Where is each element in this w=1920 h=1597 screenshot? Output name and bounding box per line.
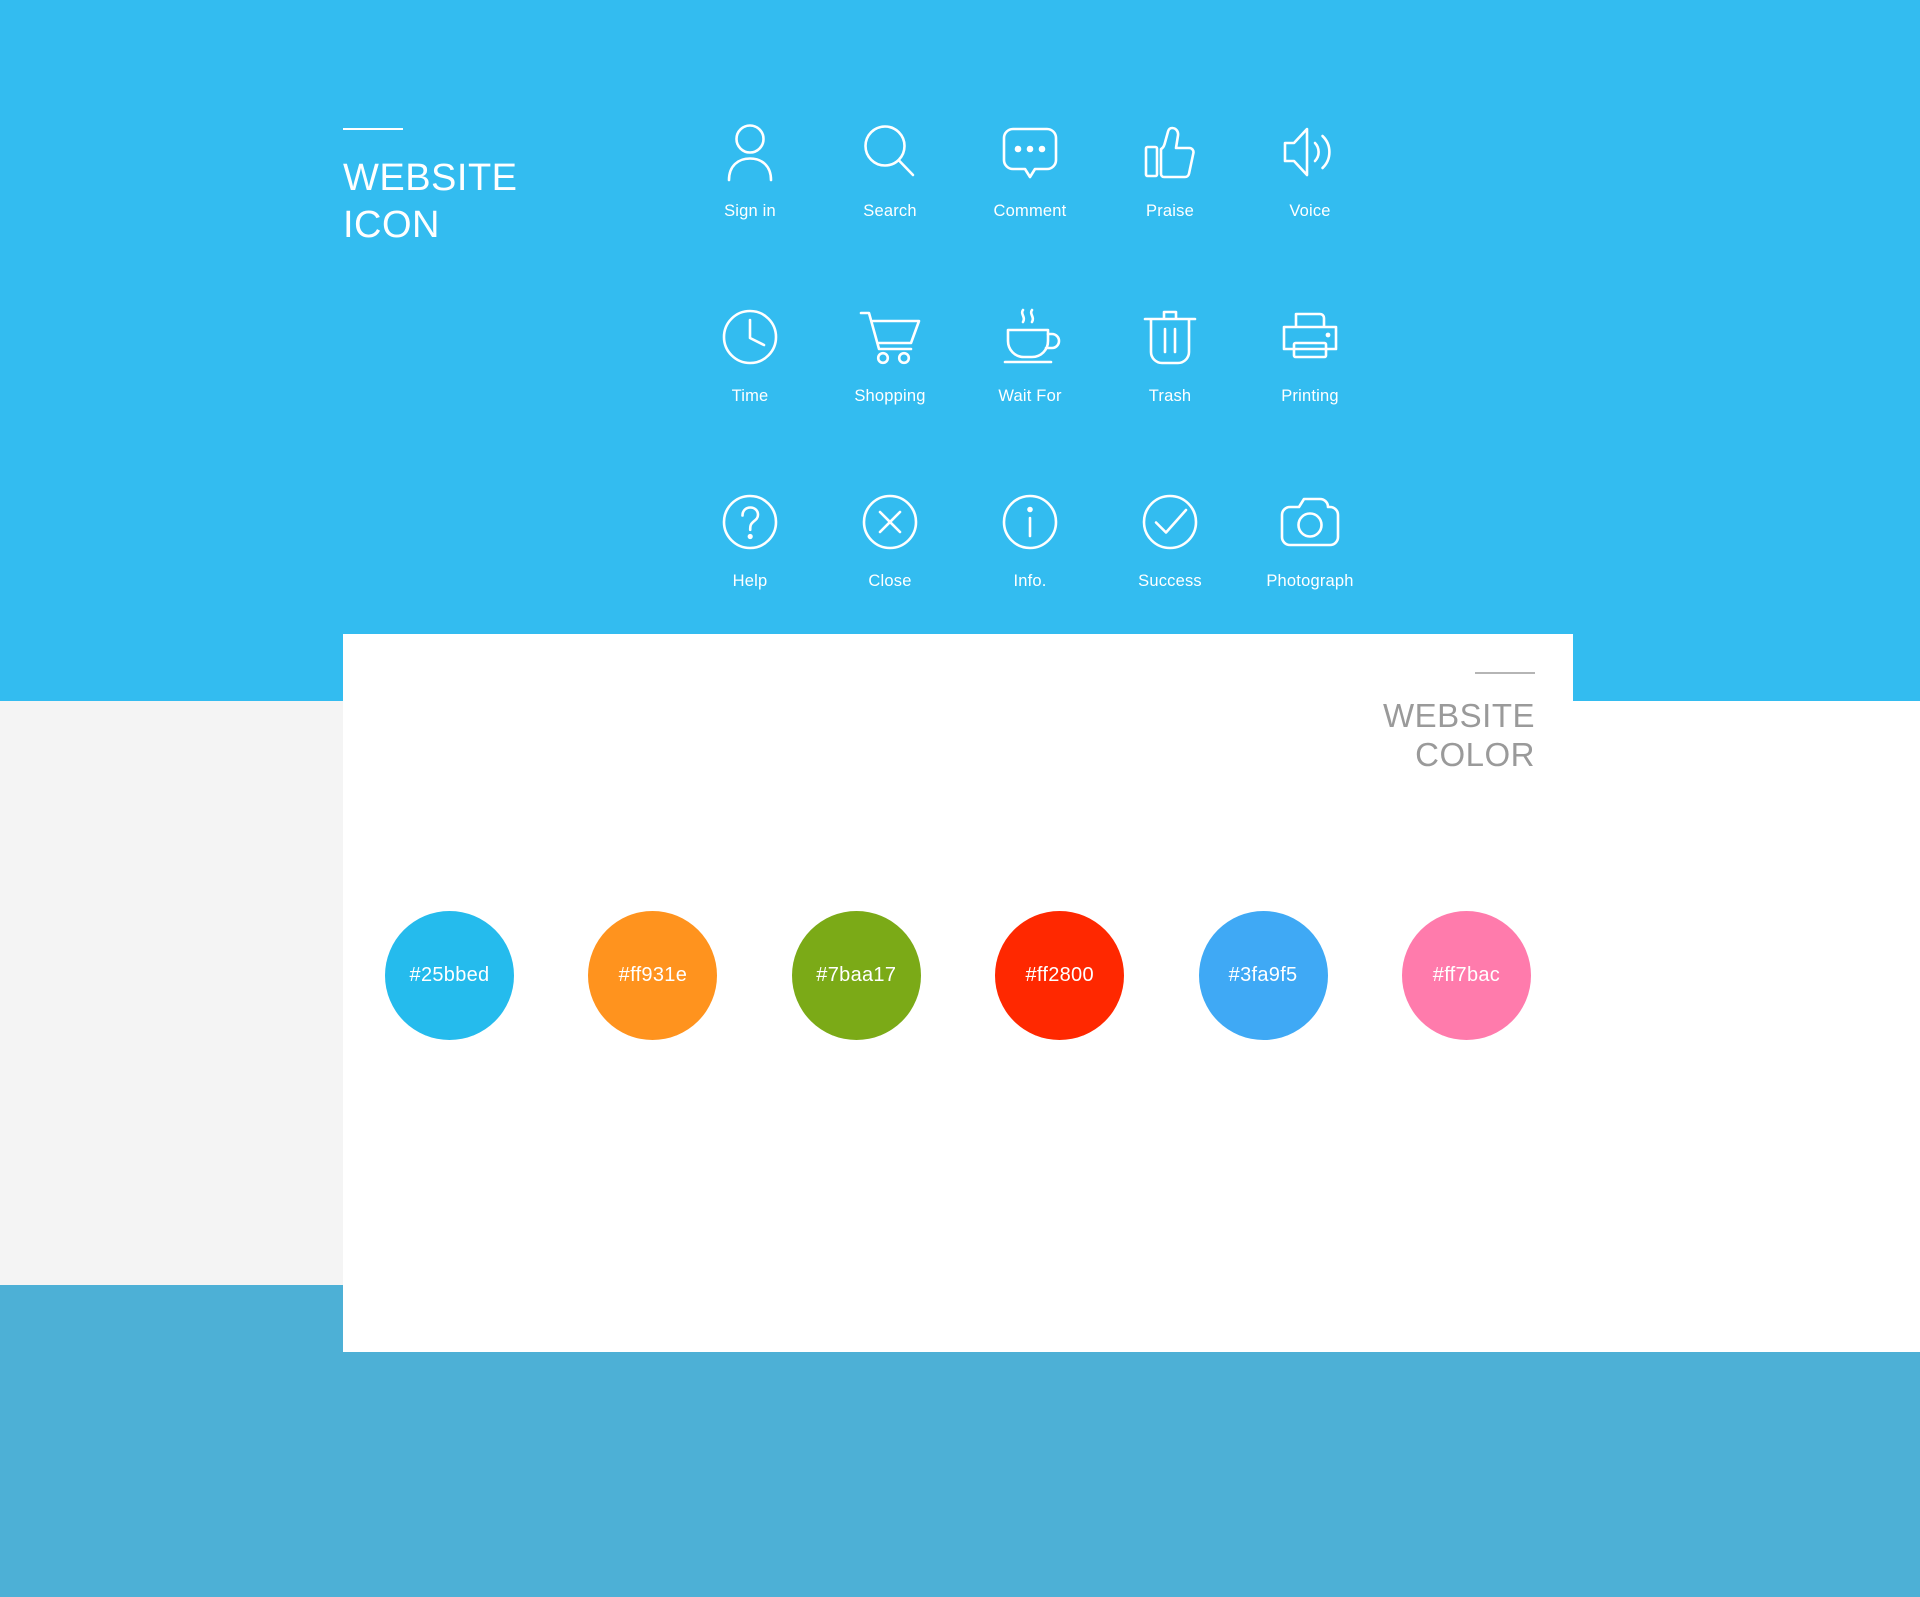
icon-label: Trash xyxy=(1148,387,1192,405)
speech-bubble-icon xyxy=(1001,118,1059,186)
icon-item-time[interactable]: Time xyxy=(680,303,820,488)
icon-label: Time xyxy=(731,387,769,405)
icon-grid: Sign in Search Comment Praise Voice Time… xyxy=(680,118,1380,673)
icon-section-title: WEBSITE ICON xyxy=(343,157,518,246)
icon-item-voice[interactable]: Voice xyxy=(1240,118,1380,303)
trash-can-icon xyxy=(1143,303,1197,371)
clock-icon xyxy=(721,303,779,371)
speaker-icon xyxy=(1281,118,1339,186)
color-swatch-label: #7baa17 xyxy=(816,964,897,986)
magnifier-icon xyxy=(863,118,917,186)
icon-label: Shopping xyxy=(854,387,926,405)
color-swatch[interactable]: #ff2800 xyxy=(995,911,1125,1040)
check-circle-icon xyxy=(1141,488,1199,556)
color-section-title: WEBSITE COLOR xyxy=(1382,697,1535,773)
thumbs-up-icon xyxy=(1143,118,1197,186)
icon-item-praise[interactable]: Praise xyxy=(1100,118,1240,303)
icon-item-trash[interactable]: Trash xyxy=(1100,303,1240,488)
coffee-cup-icon xyxy=(999,303,1061,371)
color-swatch-label: #ff931e xyxy=(618,964,688,986)
color-swatch-row: #25bbed #ff931e #7baa17 #ff2800 #3fa9f5 … xyxy=(385,911,1531,1040)
icon-label: Success xyxy=(1138,572,1202,590)
icon-section-heading: WEBSITE ICON xyxy=(343,128,663,249)
color-swatch[interactable]: #7baa17 xyxy=(791,911,921,1040)
question-circle-icon xyxy=(721,488,779,556)
camera-icon xyxy=(1279,488,1341,556)
icon-label: Printing xyxy=(1281,387,1339,405)
right-white-gap-low xyxy=(1573,1285,1920,1352)
color-swatch[interactable]: #ff931e xyxy=(588,911,718,1040)
color-swatch-label: #3fa9f5 xyxy=(1228,964,1298,986)
color-swatch-label: #25bbed xyxy=(409,964,490,986)
icon-label: Help xyxy=(732,572,768,590)
icon-item-shopping[interactable]: Shopping xyxy=(820,303,960,488)
right-white-gap xyxy=(1573,701,1920,1285)
heading-rule xyxy=(1475,672,1535,674)
printer-icon xyxy=(1280,303,1340,371)
icon-label: Search xyxy=(863,202,917,220)
icon-label: Praise xyxy=(1146,202,1194,220)
icon-item-printing[interactable]: Printing xyxy=(1240,303,1380,488)
color-swatch-label: #ff2800 xyxy=(1025,964,1094,986)
icon-item-wait-for[interactable]: Wait For xyxy=(960,303,1100,488)
color-section-heading: WEBSITE COLOR xyxy=(1383,672,1535,774)
color-swatch[interactable]: #25bbed xyxy=(385,911,514,1040)
color-swatch[interactable]: #ff7bac xyxy=(1401,911,1531,1040)
website-color-card: WEBSITE COLOR #25bbed #ff931e #7baa17 #f… xyxy=(343,634,1573,1352)
icon-label: Comment xyxy=(993,202,1067,220)
icon-label: Close xyxy=(868,572,912,590)
color-swatch-label: #ff7bac xyxy=(1432,964,1501,986)
icon-item-search[interactable]: Search xyxy=(820,118,960,303)
icon-item-sign-in[interactable]: Sign in xyxy=(680,118,820,303)
user-icon xyxy=(725,118,775,186)
shopping-cart-icon xyxy=(858,303,922,371)
icon-label: Photograph xyxy=(1266,572,1354,590)
icon-label: Wait For xyxy=(998,387,1062,405)
close-circle-icon xyxy=(861,488,919,556)
color-swatch[interactable]: #3fa9f5 xyxy=(1198,911,1328,1040)
icon-label: Voice xyxy=(1289,202,1331,220)
heading-rule xyxy=(343,128,403,130)
info-circle-icon xyxy=(1001,488,1059,556)
icon-label: Sign in xyxy=(724,202,776,220)
icon-item-comment[interactable]: Comment xyxy=(960,118,1100,303)
icon-label: Info. xyxy=(1013,572,1047,590)
